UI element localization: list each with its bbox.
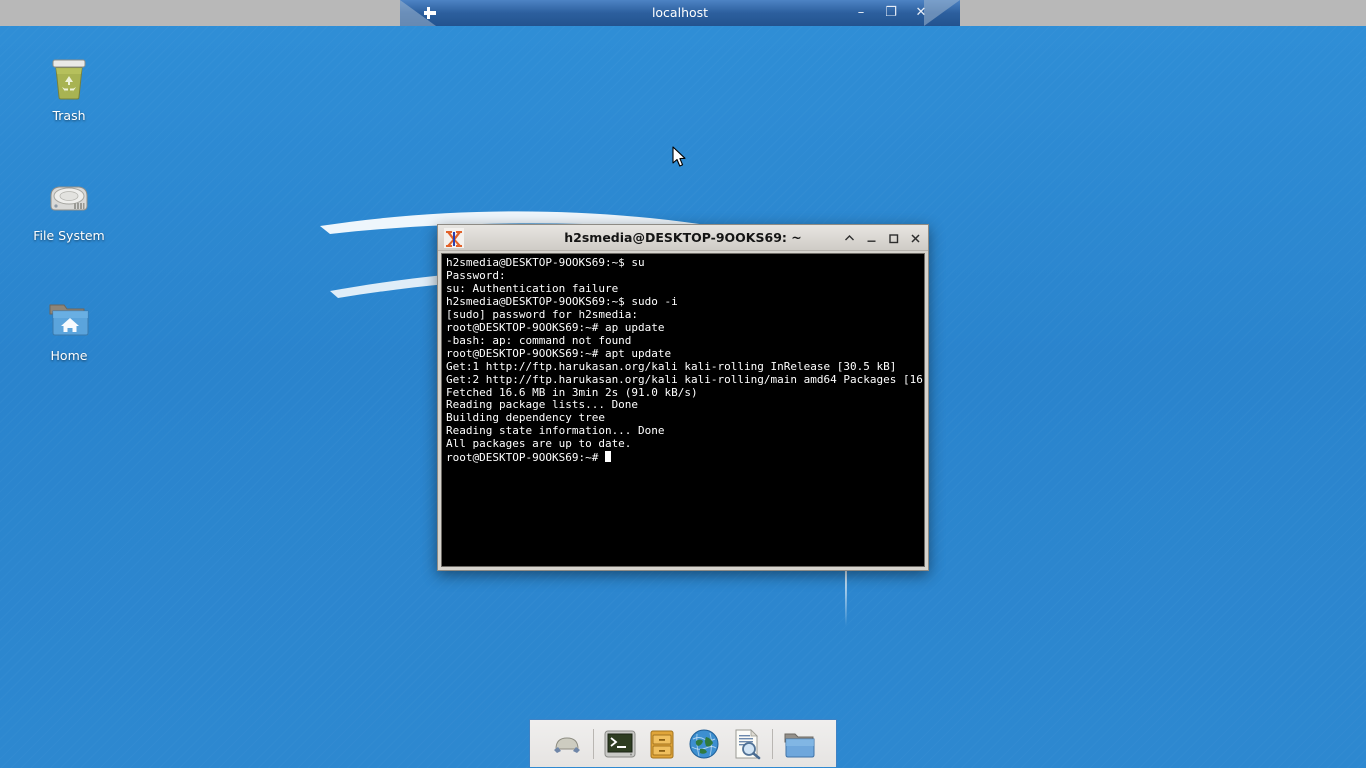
terminal-line: root@DESKTOP-9OOKS69:~# apt update bbox=[446, 346, 672, 360]
desktop-icon-home[interactable]: Home bbox=[14, 292, 124, 363]
show-desktop-icon bbox=[554, 736, 580, 753]
viewer-minimize-button[interactable]: – bbox=[848, 0, 874, 26]
dock-separator bbox=[772, 728, 773, 759]
dock-item-file-search[interactable] bbox=[726, 724, 766, 764]
desktop-icon-label: Trash bbox=[52, 108, 86, 123]
terminal-prompt-line: root@DESKTOP-9OOKS69:~# bbox=[446, 451, 920, 465]
dock-item-web-browser[interactable] bbox=[684, 724, 724, 764]
globe-icon bbox=[689, 729, 719, 758]
folder-icon bbox=[784, 733, 815, 757]
dock-panel bbox=[529, 719, 837, 767]
harddisk-icon bbox=[50, 186, 88, 211]
terminal-line: [sudo] password for h2smedia: bbox=[446, 307, 639, 321]
desktop-icon-file-system[interactable]: File System bbox=[14, 172, 124, 243]
terminal-line: root@DESKTOP-9OOKS69:~# ap update bbox=[446, 320, 665, 334]
dock-item-archive-manager[interactable] bbox=[642, 724, 682, 764]
terminal-cursor bbox=[604, 451, 611, 463]
desktop-icon-label: File System bbox=[33, 228, 105, 243]
desktop-icon-trash[interactable]: Trash bbox=[14, 52, 124, 123]
minimize-button[interactable] bbox=[865, 232, 878, 245]
remote-viewer-titlebar: localhost – ❐ ✕ bbox=[0, 0, 1366, 26]
desktop-icon-label: Home bbox=[50, 348, 88, 363]
terminal-prompt: root@DESKTOP-9OOKS69:~# bbox=[446, 451, 605, 465]
trash-icon bbox=[52, 59, 86, 100]
document-search-icon bbox=[735, 728, 761, 759]
terminal-output: h2smedia@DESKTOP-9OOKS69:~$ su Password: s… bbox=[446, 256, 925, 465]
terminal-line: All packages are up to date. bbox=[446, 437, 632, 451]
terminal-line: su: Authentication failure bbox=[446, 281, 619, 295]
maximize-button[interactable] bbox=[887, 232, 900, 245]
dock-item-terminal[interactable] bbox=[600, 724, 640, 764]
viewer-restore-button[interactable]: ❐ bbox=[878, 0, 904, 26]
screen: Trash File System Home h2smedia@DESKTOP-… bbox=[0, 0, 1366, 768]
viewer-close-button[interactable]: ✕ bbox=[908, 0, 934, 26]
shade-button[interactable] bbox=[843, 232, 856, 245]
mouse-cursor bbox=[672, 146, 686, 167]
terminal-icon bbox=[604, 730, 636, 757]
terminal-line: -bash: ap: command not found bbox=[446, 333, 632, 347]
dock-separator bbox=[593, 728, 594, 759]
home-folder-icon bbox=[49, 304, 89, 336]
remote-viewer-title-wrap[interactable]: localhost – ❐ ✕ bbox=[400, 0, 960, 26]
terminal-screen[interactable]: h2smedia@DESKTOP-9OOKS69:~$ su Password: s… bbox=[441, 253, 925, 567]
file-cabinet-icon bbox=[650, 730, 674, 758]
dock-item-file-manager[interactable] bbox=[779, 724, 819, 764]
terminal-line: Password: bbox=[446, 268, 506, 282]
terminal-line: Get:2 http://ftp.harukasan.org/kali kali… bbox=[446, 372, 925, 386]
dock-item-show-desktop[interactable] bbox=[547, 724, 587, 764]
terminal-line: Get:1 http://ftp.harukasan.org/kali kali… bbox=[446, 359, 897, 373]
terminal-line: h2smedia@DESKTOP-9OOKS69:~$ sudo -i bbox=[446, 294, 678, 308]
terminal-window[interactable]: h2smedia@DESKTOP-9OOKS69: ~ h2smedia@DES… bbox=[437, 224, 929, 571]
terminal-window-controls bbox=[843, 225, 922, 251]
terminal-titlebar[interactable]: h2smedia@DESKTOP-9OOKS69: ~ bbox=[438, 225, 928, 251]
terminal-line: h2smedia@DESKTOP-9OOKS69:~$ su bbox=[446, 256, 645, 269]
remote-viewer-title: localhost bbox=[651, 5, 709, 20]
close-button[interactable] bbox=[909, 232, 922, 245]
